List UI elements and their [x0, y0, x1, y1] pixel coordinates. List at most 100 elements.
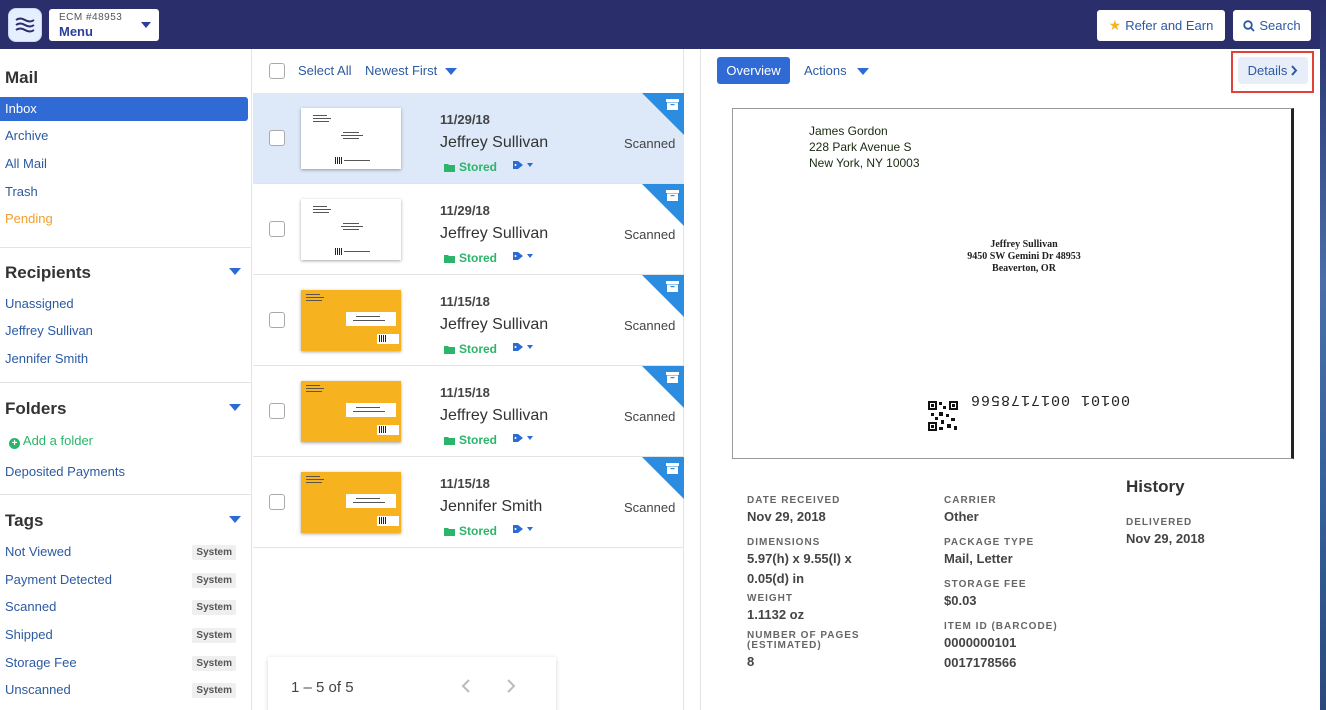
stored-status[interactable]: Stored: [444, 433, 497, 447]
select-all-link[interactable]: Select All: [298, 63, 351, 78]
chevron-right-icon[interactable]: [501, 677, 519, 695]
stored-status[interactable]: Stored: [444, 160, 497, 174]
sidebar-item-jennifer-smith[interactable]: Jennifer Smith: [0, 347, 248, 371]
mail-row[interactable]: 11/15/18 Jeffrey Sullivan Stored Scanned: [253, 366, 684, 457]
folder-icon: [444, 254, 455, 263]
mail-thumbnail[interactable]: [301, 381, 401, 442]
stored-status[interactable]: Stored: [444, 251, 497, 265]
tag-dropdown[interactable]: [513, 251, 533, 261]
system-badge: System: [192, 656, 236, 671]
chevron-down-icon: [527, 527, 533, 531]
list-toolbar: Select All Newest First: [253, 49, 684, 93]
menu-dropdown[interactable]: ECM #48953 Menu: [49, 9, 159, 41]
recipient-address: Jeffrey Sullivan 9450 SW Gemini Dr 48953…: [959, 239, 1089, 275]
row-checkbox[interactable]: [269, 221, 285, 237]
stored-status[interactable]: Stored: [444, 342, 497, 356]
row-date: 11/15/18: [440, 294, 490, 309]
divider: [0, 247, 252, 248]
mail-row[interactable]: 11/15/18 Jennifer Smith Stored Scanned: [253, 457, 684, 548]
archive-box-icon: [666, 281, 679, 292]
row-checkbox[interactable]: [269, 403, 285, 419]
search-icon: [1243, 19, 1256, 32]
add-folder-button[interactable]: + Add a folder: [0, 429, 248, 453]
sidebar-tag-storage-fee[interactable]: Storage Fee System: [0, 651, 248, 675]
sidebar-tag-unscanned[interactable]: Unscanned System: [0, 678, 248, 702]
chevron-down-icon: [527, 163, 533, 167]
mail-thumbnail[interactable]: [301, 290, 401, 351]
mail-thumbnail[interactable]: [301, 199, 401, 260]
actions-dropdown[interactable]: Actions: [804, 63, 847, 78]
details-button[interactable]: Details: [1238, 57, 1308, 84]
system-badge: System: [192, 683, 236, 698]
sidebar-item-trash[interactable]: Trash: [0, 180, 248, 204]
sidebar-item-archive[interactable]: Archive: [0, 124, 248, 148]
tags-collapse-icon[interactable]: [229, 516, 241, 523]
chevron-down-icon: [857, 68, 869, 75]
refer-and-earn-button[interactable]: ★ Refer and Earn: [1097, 10, 1225, 41]
chevron-down-icon: [527, 345, 533, 349]
sort-dropdown[interactable]: Newest First: [365, 63, 437, 78]
tag-dropdown[interactable]: [513, 524, 533, 534]
sidebar-item-deposited-payments[interactable]: Deposited Payments: [0, 460, 248, 484]
sidebar-tag-scanned[interactable]: Scanned System: [0, 595, 248, 619]
folder-icon: [444, 527, 455, 536]
stored-status[interactable]: Stored: [444, 524, 497, 538]
row-checkbox[interactable]: [269, 130, 285, 146]
divider: [0, 494, 252, 495]
sidebar-item-unassigned[interactable]: Unassigned: [0, 292, 248, 316]
item-id-value-line1: 0000000101: [944, 635, 1017, 650]
storage-fee-label: STORAGE FEE: [944, 579, 1027, 590]
tag-dropdown[interactable]: [513, 342, 533, 352]
sidebar-tag-payment-detected[interactable]: Payment Detected System: [0, 568, 248, 592]
folders-collapse-icon[interactable]: [229, 404, 241, 411]
scan-status: Scanned: [624, 318, 676, 333]
date-received-label: DATE RECEIVED: [747, 495, 841, 506]
pages-label-estimated: (ESTIMATED): [747, 640, 822, 651]
tag-icon: [513, 434, 523, 442]
sidebar-item-jeffrey-sullivan[interactable]: Jeffrey Sullivan: [0, 319, 248, 343]
mail-list-pane: Select All Newest First 11/29/18 Jeffrey …: [253, 49, 684, 710]
dimensions-value-line2: 0.05(d) in: [747, 571, 805, 586]
weight-label: WEIGHT: [747, 593, 793, 604]
chevron-down-icon: [141, 22, 151, 28]
pagination-label: 1 – 5 of 5: [291, 679, 354, 696]
row-checkbox[interactable]: [269, 312, 285, 328]
tag-dropdown[interactable]: [513, 160, 533, 170]
select-all-checkbox[interactable]: [269, 63, 285, 79]
mail-section-title: Mail: [5, 68, 39, 87]
sidebar-tag-shipped[interactable]: Shipped System: [0, 623, 248, 647]
mail-thumbnail[interactable]: [301, 108, 401, 169]
chevron-down-icon: [445, 68, 457, 75]
app-logo-button[interactable]: [8, 8, 42, 42]
mail-row[interactable]: 11/29/18 Jeffrey Sullivan Stored Scanned: [253, 184, 684, 275]
details-label: Details: [1247, 63, 1288, 78]
overview-tab[interactable]: Overview: [717, 57, 790, 84]
qr-code-icon: [927, 400, 959, 432]
sidebar-tag-not-viewed[interactable]: Not Viewed System: [0, 540, 248, 564]
sidebar-item-pending[interactable]: Pending: [0, 207, 248, 231]
row-checkbox[interactable]: [269, 494, 285, 510]
tag-dropdown[interactable]: [513, 433, 533, 443]
mail-thumbnail[interactable]: [301, 472, 401, 533]
envelope-barcode-text: 00101 0017178566: [970, 391, 1131, 408]
tag-label: Unscanned: [5, 682, 71, 697]
search-button[interactable]: Search: [1233, 10, 1311, 41]
stored-label: Stored: [459, 524, 498, 538]
storage-fee-value: $0.03: [944, 593, 977, 608]
package-type-label: PACKAGE TYPE: [944, 537, 1035, 548]
scan-status: Scanned: [624, 136, 676, 151]
sidebar-item-all-mail[interactable]: All Mail: [0, 152, 248, 176]
envelope-scan-image[interactable]: James Gordon 228 Park Avenue S New York,…: [732, 108, 1294, 459]
mail-row[interactable]: 11/15/18 Jeffrey Sullivan Stored Scanned: [253, 275, 684, 366]
row-recipient: Jeffrey Sullivan: [440, 316, 549, 333]
mail-row[interactable]: 11/29/18 Jeffrey Sullivan Stored Scanned: [253, 93, 684, 184]
tag-label: Scanned: [5, 599, 57, 614]
package-type-value: Mail, Letter: [944, 551, 1013, 566]
return-line: James Gordon: [809, 124, 888, 138]
sidebar-item-inbox[interactable]: Inbox: [0, 97, 248, 121]
chevron-left-icon[interactable]: [458, 677, 476, 695]
recipients-collapse-icon[interactable]: [229, 268, 241, 275]
folders-section-title: Folders: [5, 399, 67, 418]
row-date: 11/29/18: [440, 203, 490, 218]
return-line: New York, NY 10003: [809, 156, 920, 170]
